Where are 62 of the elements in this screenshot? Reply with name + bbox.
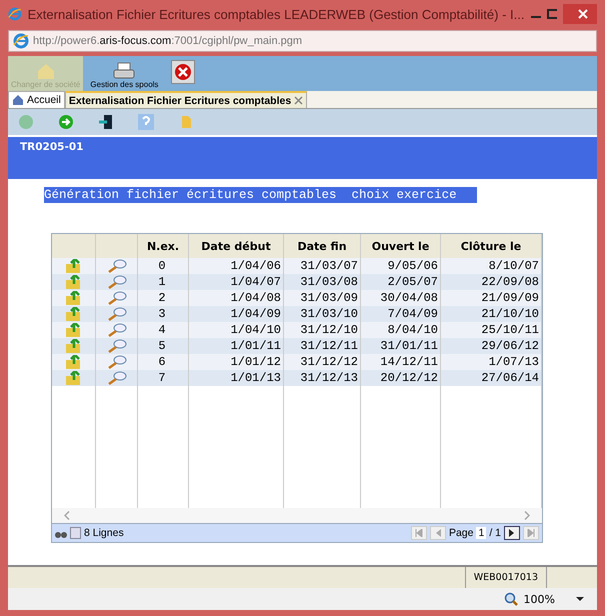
first-page-icon[interactable] — [414, 529, 423, 537]
column-header[interactable]: N.ex. — [138, 234, 189, 258]
table-cell: 27/06/14 — [441, 370, 542, 386]
exit-icon[interactable] — [98, 114, 114, 130]
table-cell: 7 — [138, 370, 189, 386]
help-icon[interactable] — [138, 114, 154, 130]
close-button[interactable] — [171, 60, 196, 84]
folder-upload-icon[interactable] — [64, 339, 82, 353]
next-icon[interactable] — [508, 529, 516, 537]
address-bar[interactable]: http://power6.aris-focus.com:7001/cgiphl/pw_main.pgm — [8, 30, 597, 52]
table-cell: 20/12/12 — [361, 370, 441, 386]
screen-code: TR0205-01 — [20, 141, 84, 153]
window-title: Externalisation Fichier Ecritures comptables LEADERWEB (Gestion Comptabilité) - I... — [28, 6, 524, 22]
column-header[interactable]: Date début — [189, 234, 284, 258]
scroll-left-icon[interactable] — [64, 511, 70, 520]
next-page-button[interactable] — [504, 526, 520, 540]
search-icon[interactable] — [106, 291, 126, 305]
search-icon[interactable] — [106, 259, 126, 273]
browser-logo-icon — [8, 6, 22, 22]
printer-icon[interactable] — [113, 62, 136, 80]
tab[interactable]: Externalisation Fichier Ecritures comptables — [64, 91, 308, 108]
column-header[interactable]: Ouvert le — [361, 234, 441, 258]
page-label: Page — [448, 527, 474, 539]
folder-upload-icon[interactable] — [64, 275, 82, 289]
search-icon[interactable] — [106, 371, 126, 385]
last-page-icon[interactable] — [527, 529, 535, 537]
folder-upload-icon[interactable] — [64, 307, 82, 321]
search-icon[interactable] — [106, 323, 126, 337]
table-cell: 1/01/13 — [189, 370, 284, 386]
horizontal-scrollbar[interactable] — [52, 508, 542, 523]
search-icon[interactable] — [106, 275, 126, 289]
previous-icon[interactable] — [434, 529, 442, 537]
folder-upload-icon[interactable] — [64, 355, 82, 369]
close-icon[interactable] — [294, 96, 304, 105]
folder-upload-icon[interactable] — [64, 291, 82, 305]
column-header[interactable]: Clôture le — [441, 234, 542, 258]
search-icon[interactable] — [106, 339, 126, 353]
page-total: / 1 — [489, 527, 501, 539]
page-field[interactable]: 1 — [476, 527, 486, 539]
grid-icon[interactable] — [70, 527, 81, 539]
caret-icon[interactable] — [575, 596, 585, 602]
page-heading: Génération fichier écritures comptables choix exercice — [44, 187, 477, 203]
folder-upload-icon[interactable] — [64, 259, 82, 273]
browser-logo-icon — [13, 33, 29, 49]
zoom-icon[interactable] — [504, 592, 518, 606]
close-icon[interactable] — [562, 4, 597, 24]
maximize-icon[interactable] — [546, 9, 557, 19]
table-cell: 31/12/13 — [284, 370, 361, 386]
house-icon[interactable] — [12, 94, 24, 106]
tab[interactable]: Accueil — [8, 91, 65, 108]
row-count: 8 Lignes — [84, 527, 124, 539]
forward-icon[interactable] — [58, 114, 74, 130]
zoom-level[interactable]: 100% — [524, 592, 555, 606]
search-icon[interactable] — [106, 307, 126, 321]
first-page-button[interactable] — [410, 526, 427, 540]
search-icon[interactable] — [106, 355, 126, 369]
spools-button[interactable]: Gestion des spools — [87, 56, 162, 91]
folder-upload-icon[interactable] — [64, 371, 82, 385]
previous-page-button[interactable] — [430, 526, 446, 540]
scroll-right-icon[interactable] — [524, 511, 530, 520]
folder-upload-icon[interactable] — [64, 323, 82, 337]
column-header[interactable]: Date fin — [284, 234, 361, 258]
